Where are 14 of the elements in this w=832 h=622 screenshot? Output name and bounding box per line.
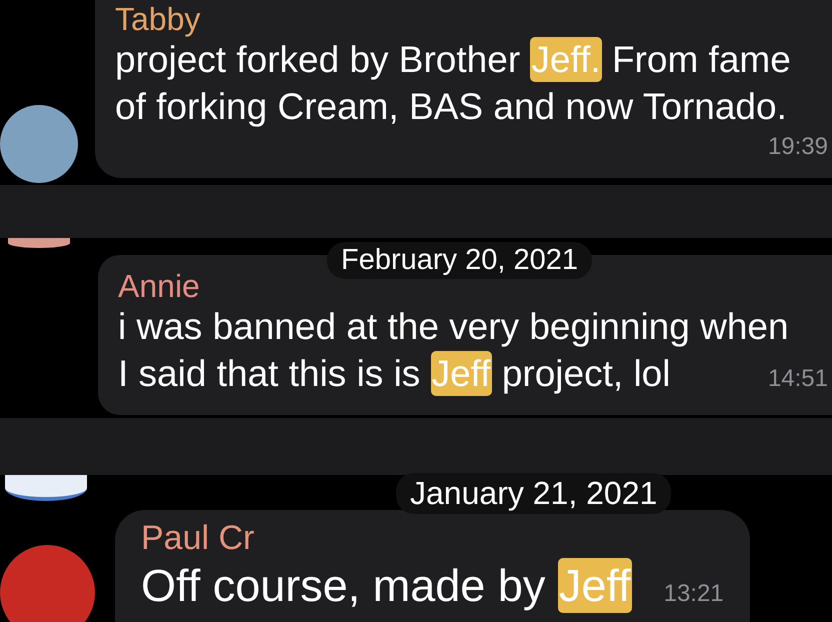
message-time: 14:51	[766, 364, 828, 394]
message-time: 13:21	[662, 579, 724, 609]
message-text: of forking Cream, BAS and now Tornado.	[115, 85, 787, 129]
sender-name[interactable]: Tabby	[115, 2, 200, 36]
message-time: 19:39	[766, 132, 828, 162]
message-text: project forked by Brother Jeff. From fame	[115, 37, 791, 83]
date-chip: January 21, 2021	[396, 473, 672, 514]
sender-name[interactable]: Paul Cr	[141, 518, 254, 558]
avatar	[8, 238, 70, 248]
date-chip: February 20, 2021	[327, 242, 592, 279]
message-text: i was banned at the very beginning when	[118, 305, 789, 349]
message-text: I said that this is is Jeff project, lol	[118, 350, 670, 397]
message-text: Off course, made by Jeff	[141, 558, 632, 614]
sender-name[interactable]: Annie	[118, 269, 200, 303]
